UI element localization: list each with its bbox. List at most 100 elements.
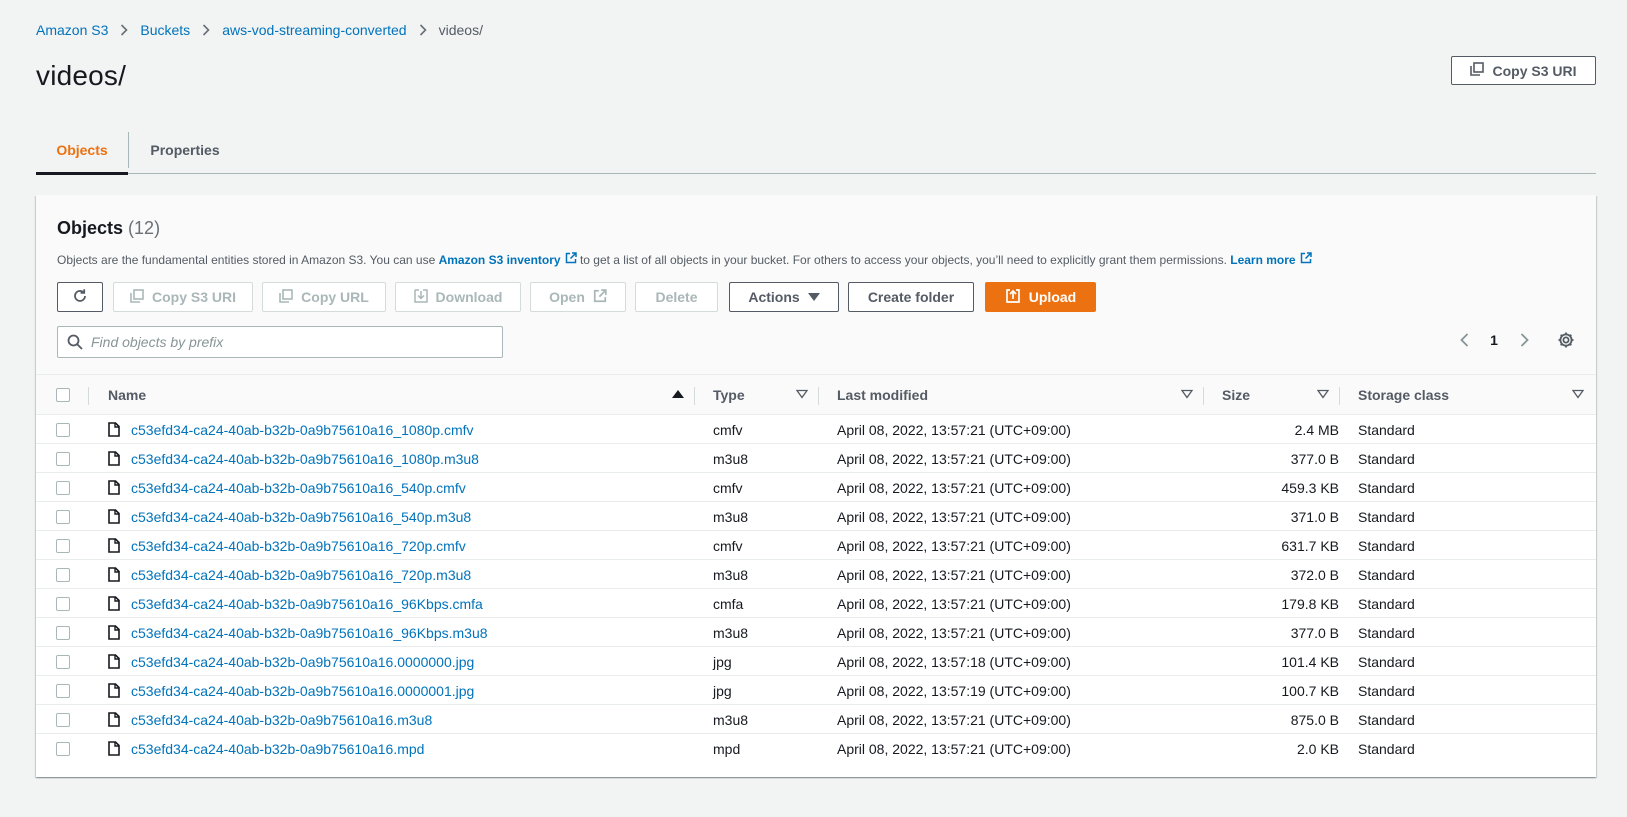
column-header-storage-class[interactable]: Storage class xyxy=(1339,375,1594,415)
type-cell: jpg xyxy=(713,682,732,699)
open-label: Open xyxy=(549,289,585,305)
objects-panel: Objects (12) Objects are the fundamental… xyxy=(36,195,1596,777)
upload-button[interactable]: Upload xyxy=(985,282,1096,312)
object-name-link[interactable]: c53efd34-ca24-40ab-b32b-0a9b75610a16_720… xyxy=(131,567,471,583)
last-modified-cell: April 08, 2022, 13:57:21 (UTC+09:00) xyxy=(837,537,1071,554)
object-name-link[interactable]: c53efd34-ca24-40ab-b32b-0a9b75610a16_96K… xyxy=(131,596,483,612)
column-header-storage-class-label: Storage class xyxy=(1358,387,1450,403)
object-name-link[interactable]: c53efd34-ca24-40ab-b32b-0a9b75610a16.000… xyxy=(131,654,474,670)
s3-inventory-link[interactable]: Amazon S3 inventory xyxy=(439,252,577,267)
size-cell: 2.4 MB xyxy=(1294,421,1339,438)
object-name-link[interactable]: c53efd34-ca24-40ab-b32b-0a9b75610a16.000… xyxy=(131,683,474,699)
object-name-link[interactable]: c53efd34-ca24-40ab-b32b-0a9b75610a16.mpd xyxy=(131,741,424,757)
chevron-right-icon[interactable] xyxy=(1512,333,1536,347)
external-link-icon xyxy=(1300,252,1312,267)
sort-icon xyxy=(1317,389,1329,399)
size-cell: 101.4 KB xyxy=(1281,653,1339,670)
row-checkbox[interactable] xyxy=(56,596,70,611)
objects-count: (12) xyxy=(128,218,161,238)
object-name-link[interactable]: c53efd34-ca24-40ab-b32b-0a9b75610a16_96K… xyxy=(131,625,488,641)
row-checkbox[interactable] xyxy=(56,654,70,669)
row-checkbox[interactable] xyxy=(56,567,70,582)
open-button[interactable]: Open xyxy=(530,282,626,312)
column-header-type[interactable]: Type xyxy=(694,375,818,415)
chevron-left-icon[interactable] xyxy=(1452,333,1476,347)
row-checkbox[interactable] xyxy=(56,741,70,756)
chevron-right-icon xyxy=(419,24,427,36)
name-cell: c53efd34-ca24-40ab-b32b-0a9b75610a16_720… xyxy=(108,531,466,560)
sort-icon xyxy=(1572,389,1584,399)
name-cell: c53efd34-ca24-40ab-b32b-0a9b75610a16_96K… xyxy=(108,589,483,618)
column-header-last-modified[interactable]: Last modified xyxy=(818,375,1203,415)
delete-button[interactable]: Delete xyxy=(635,282,718,312)
last-modified-cell: April 08, 2022, 13:57:21 (UTC+09:00) xyxy=(837,508,1071,525)
download-icon xyxy=(413,288,428,306)
object-name-link[interactable]: c53efd34-ca24-40ab-b32b-0a9b75610a16.m3u… xyxy=(131,712,432,728)
object-name-link[interactable]: c53efd34-ca24-40ab-b32b-0a9b75610a16_540… xyxy=(131,480,466,496)
table-row[interactable]: c53efd34-ca24-40ab-b32b-0a9b75610a16_108… xyxy=(36,415,1596,444)
table-row[interactable]: c53efd34-ca24-40ab-b32b-0a9b75610a16.mpd… xyxy=(36,734,1596,763)
object-name-link[interactable]: c53efd34-ca24-40ab-b32b-0a9b75610a16_540… xyxy=(131,509,471,525)
objects-panel-header: Objects (12) Objects are the fundamental… xyxy=(36,195,1596,375)
file-icon xyxy=(108,422,120,437)
column-header-name[interactable]: Name xyxy=(88,375,694,415)
object-name-link[interactable]: c53efd34-ca24-40ab-b32b-0a9b75610a16_108… xyxy=(131,422,474,438)
last-modified-cell: April 08, 2022, 13:57:21 (UTC+09:00) xyxy=(837,479,1071,496)
row-checkbox[interactable] xyxy=(56,451,70,466)
row-checkbox[interactable] xyxy=(56,509,70,524)
tab-properties[interactable]: Properties xyxy=(128,126,242,174)
breadcrumb-buckets[interactable]: Buckets xyxy=(140,22,190,38)
breadcrumb-amazon-s3[interactable]: Amazon S3 xyxy=(36,22,108,38)
row-checkbox[interactable] xyxy=(56,538,70,553)
storage-class-cell: Standard xyxy=(1358,508,1415,525)
type-cell: mpd xyxy=(713,740,741,757)
create-folder-button[interactable]: Create folder xyxy=(848,282,974,312)
settings-icon[interactable] xyxy=(1554,325,1578,355)
copy-s3-uri-button[interactable]: Copy S3 URI xyxy=(1451,56,1596,85)
column-header-size[interactable]: Size xyxy=(1203,375,1339,415)
row-checkbox[interactable] xyxy=(56,712,70,727)
copy-s3-uri-toolbar-button[interactable]: Copy S3 URI xyxy=(113,282,253,312)
object-name-link[interactable]: c53efd34-ca24-40ab-b32b-0a9b75610a16_108… xyxy=(131,451,479,467)
table-row[interactable]: c53efd34-ca24-40ab-b32b-0a9b75610a16_540… xyxy=(36,473,1596,502)
row-checkbox[interactable] xyxy=(56,480,70,495)
table-row[interactable]: c53efd34-ca24-40ab-b32b-0a9b75610a16_720… xyxy=(36,560,1596,589)
table-row[interactable]: c53efd34-ca24-40ab-b32b-0a9b75610a16.m3u… xyxy=(36,705,1596,734)
table-row[interactable]: c53efd34-ca24-40ab-b32b-0a9b75610a16_108… xyxy=(36,444,1596,473)
search-input[interactable] xyxy=(91,334,471,350)
table-row[interactable]: c53efd34-ca24-40ab-b32b-0a9b75610a16_96K… xyxy=(36,589,1596,618)
row-checkbox[interactable] xyxy=(56,683,70,698)
actions-dropdown[interactable]: Actions xyxy=(729,282,839,312)
tab-objects-label: Objects xyxy=(56,142,108,158)
table-row[interactable]: c53efd34-ca24-40ab-b32b-0a9b75610a16_720… xyxy=(36,531,1596,560)
object-name-link[interactable]: c53efd34-ca24-40ab-b32b-0a9b75610a16_720… xyxy=(131,538,466,554)
name-cell: c53efd34-ca24-40ab-b32b-0a9b75610a16_108… xyxy=(108,444,479,473)
select-all-checkbox[interactable] xyxy=(56,388,70,402)
create-folder-label: Create folder xyxy=(867,289,955,305)
download-button[interactable]: Download xyxy=(395,282,521,312)
row-checkbox[interactable] xyxy=(56,625,70,640)
row-select-cell xyxy=(56,676,70,705)
actions-label: Actions xyxy=(748,289,800,305)
current-page[interactable]: 1 xyxy=(1476,332,1512,348)
upload-label: Upload xyxy=(1028,289,1077,305)
breadcrumb-bucket[interactable]: aws-vod-streaming-converted xyxy=(222,22,406,38)
table-row[interactable]: c53efd34-ca24-40ab-b32b-0a9b75610a16.000… xyxy=(36,676,1596,705)
row-checkbox[interactable] xyxy=(56,422,70,437)
caret-down-icon xyxy=(807,289,820,305)
copy-url-button[interactable]: Copy URL xyxy=(262,282,386,312)
table-row[interactable]: c53efd34-ca24-40ab-b32b-0a9b75610a16_540… xyxy=(36,502,1596,531)
storage-class-cell: Standard xyxy=(1358,624,1415,641)
tab-objects[interactable]: Objects xyxy=(36,126,128,175)
refresh-button[interactable] xyxy=(57,282,103,312)
table-row[interactable]: c53efd34-ca24-40ab-b32b-0a9b75610a16.000… xyxy=(36,647,1596,676)
row-select-cell xyxy=(56,531,70,560)
file-icon xyxy=(108,567,120,582)
table-row[interactable]: c53efd34-ca24-40ab-b32b-0a9b75610a16_96K… xyxy=(36,618,1596,647)
last-modified-cell: April 08, 2022, 13:57:21 (UTC+09:00) xyxy=(837,624,1071,641)
type-cell: cmfa xyxy=(713,595,744,612)
name-cell: c53efd34-ca24-40ab-b32b-0a9b75610a16.mpd xyxy=(108,734,424,763)
breadcrumb: Amazon S3 Buckets aws-vod-streaming-conv… xyxy=(36,20,483,40)
type-cell: m3u8 xyxy=(713,624,749,641)
learn-more-link[interactable]: Learn more xyxy=(1230,252,1312,267)
